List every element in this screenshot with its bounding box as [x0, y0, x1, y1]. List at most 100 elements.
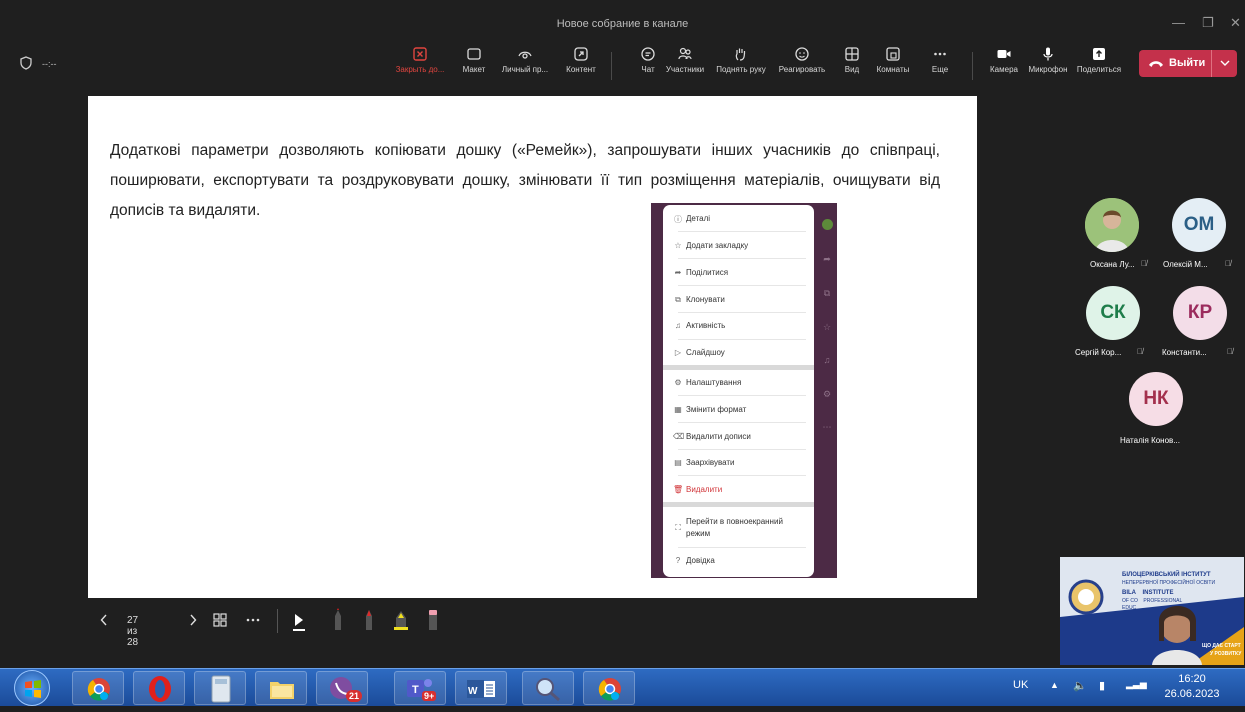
clock-time: 16:20: [1178, 673, 1206, 685]
participants-button[interactable]: Участники: [659, 46, 711, 74]
slides-grid-icon[interactable]: [213, 613, 227, 627]
taskbar-opera[interactable]: [133, 671, 185, 705]
menu-divider: [678, 475, 806, 476]
avatar: СК: [1086, 286, 1140, 340]
participant-name: Наталія Конов...: [1120, 436, 1180, 445]
menu-divider: [678, 395, 806, 396]
info-icon: ⓘ: [674, 215, 682, 224]
magnifier-icon: [536, 678, 560, 702]
content-button[interactable]: Контент: [555, 46, 607, 74]
close-window-button[interactable]: ✕: [1230, 15, 1241, 31]
pointer-tool-icon[interactable]: [292, 610, 306, 632]
menu-item-label: Слайдшоу: [686, 348, 725, 357]
help-icon: ?: [675, 556, 681, 565]
avatar: [1085, 198, 1139, 252]
pen-black-icon[interactable]: [332, 608, 344, 630]
share-icon: ➦: [674, 268, 682, 277]
taskbar-teams[interactable]: T 9+: [394, 671, 446, 705]
play-icon: ▷: [674, 348, 682, 357]
minimize-button[interactable]: —: [1172, 15, 1185, 30]
meeting-timer: --:--: [42, 59, 57, 69]
leave-label: Выйти: [1169, 57, 1206, 69]
highlighter-icon[interactable]: [393, 608, 409, 630]
share-button[interactable]: Поделиться: [1073, 46, 1125, 74]
content-label: Контент: [566, 65, 596, 74]
mic-off-icon: 🎙̸: [1227, 347, 1233, 356]
menu-item-label: Деталі: [686, 214, 711, 223]
clone-icon: ⧉: [675, 295, 681, 304]
window-titlebar: Новое собрание в канале — ❐ ✕: [0, 10, 1245, 38]
participant-name: Олексій М...: [1163, 260, 1208, 269]
video-banner-line4: OF CO PROFESSIONAL: [1122, 598, 1183, 604]
presenter-video[interactable]: БІЛОЦЕРКІВСЬКИЙ ІНСТИТУТ НЕПЕРЕРВНОЇ ПРО…: [1060, 557, 1244, 665]
shield-icon: [20, 56, 32, 70]
hand-icon: [735, 48, 746, 61]
personal-view-label: Личный пр...: [501, 65, 549, 74]
raise-hand-button[interactable]: Поднять руку: [715, 46, 767, 74]
taskbar-word[interactable]: W: [455, 671, 507, 705]
more-options-icon[interactable]: [246, 618, 260, 622]
pen-red-icon[interactable]: [363, 608, 375, 630]
tray-expand-icon[interactable]: ▲: [1050, 680, 1059, 690]
volume-icon[interactable]: 🔈: [1073, 679, 1087, 692]
layout-button[interactable]: Макет: [448, 46, 500, 74]
chevron-left-icon[interactable]: [100, 614, 108, 626]
folder-icon: [270, 682, 294, 699]
menu-divider: [678, 231, 806, 232]
video-banner-line1: БІЛОЦЕРКІВСЬКИЙ ІНСТИТУТ: [1122, 572, 1211, 578]
chevron-down-icon: [1220, 60, 1230, 66]
menu-item-label: Додати закладку: [686, 241, 749, 250]
maximize-button[interactable]: ❐: [1202, 15, 1214, 31]
language-indicator[interactable]: UK: [1013, 679, 1028, 691]
eraser-icon[interactable]: [427, 608, 439, 630]
menu-item-label: Налаштування: [686, 378, 742, 387]
video-corner-line1: ЩО ДАЄ СТАРТ: [1202, 643, 1241, 649]
slide-page-counter: 27 из 28: [127, 615, 139, 648]
network-signal-icon[interactable]: ▂▃▅: [1126, 679, 1147, 690]
fullscreen-icon: ⛶: [675, 523, 681, 532]
menu-divider: [678, 285, 806, 286]
windows-logo-icon: [25, 680, 41, 698]
layout-label: Макет: [462, 65, 486, 74]
more-button[interactable]: Еще: [914, 46, 966, 74]
react-button[interactable]: Реагировать: [776, 46, 828, 74]
chevron-right-icon[interactable]: [189, 614, 197, 626]
taskbar-calculator[interactable]: [194, 671, 246, 705]
system-clock[interactable]: 16:20 26.06.2023: [1162, 672, 1222, 702]
eye-icon: [518, 51, 532, 59]
menu-item-label: Клонувати: [686, 295, 725, 304]
microphone-button[interactable]: Микрофон: [1022, 46, 1074, 74]
leave-dropdown[interactable]: [1211, 50, 1237, 77]
taskbar-search-tool[interactable]: [522, 671, 574, 705]
taskbar-file-explorer[interactable]: [255, 671, 307, 705]
personal-view-button[interactable]: Личный пр...: [499, 46, 551, 74]
menu-divider: [678, 258, 806, 259]
chat-label: Чат: [641, 65, 655, 74]
share-content-icon: [574, 47, 588, 61]
power-icon[interactable]: ▮: [1099, 679, 1105, 692]
start-button[interactable]: [14, 670, 50, 706]
taskbar-viber[interactable]: 21: [316, 671, 368, 705]
mic-icon: [1043, 47, 1053, 61]
mic-off-icon: 🎙̸: [1137, 347, 1143, 356]
rooms-icon: [886, 47, 900, 61]
people-icon: [678, 47, 692, 60]
avatar: ОМ: [1172, 198, 1226, 252]
avatar: КР: [1173, 286, 1227, 340]
taskbar-chrome-skype[interactable]: [72, 671, 124, 705]
leave-button[interactable]: Выйти: [1139, 50, 1237, 77]
menu-divider: [678, 312, 806, 313]
menu-item-label: Видалити: [686, 485, 723, 494]
participant-name: Сергій Кор...: [1075, 348, 1122, 357]
smile-icon: [795, 47, 809, 61]
participant-name: Оксана Лу...: [1090, 260, 1135, 269]
taskbar-chrome-s[interactable]: [583, 671, 635, 705]
chat-icon: [641, 47, 655, 61]
share-up-icon: [1093, 48, 1105, 60]
viber-icon: [330, 677, 352, 699]
close-content-button[interactable]: Закрыть до...: [394, 46, 446, 74]
rooms-button[interactable]: Комнаты: [867, 46, 919, 74]
word-icon: W: [467, 680, 495, 698]
bell-icon: ♫: [675, 321, 681, 330]
more-icon: [934, 52, 946, 56]
